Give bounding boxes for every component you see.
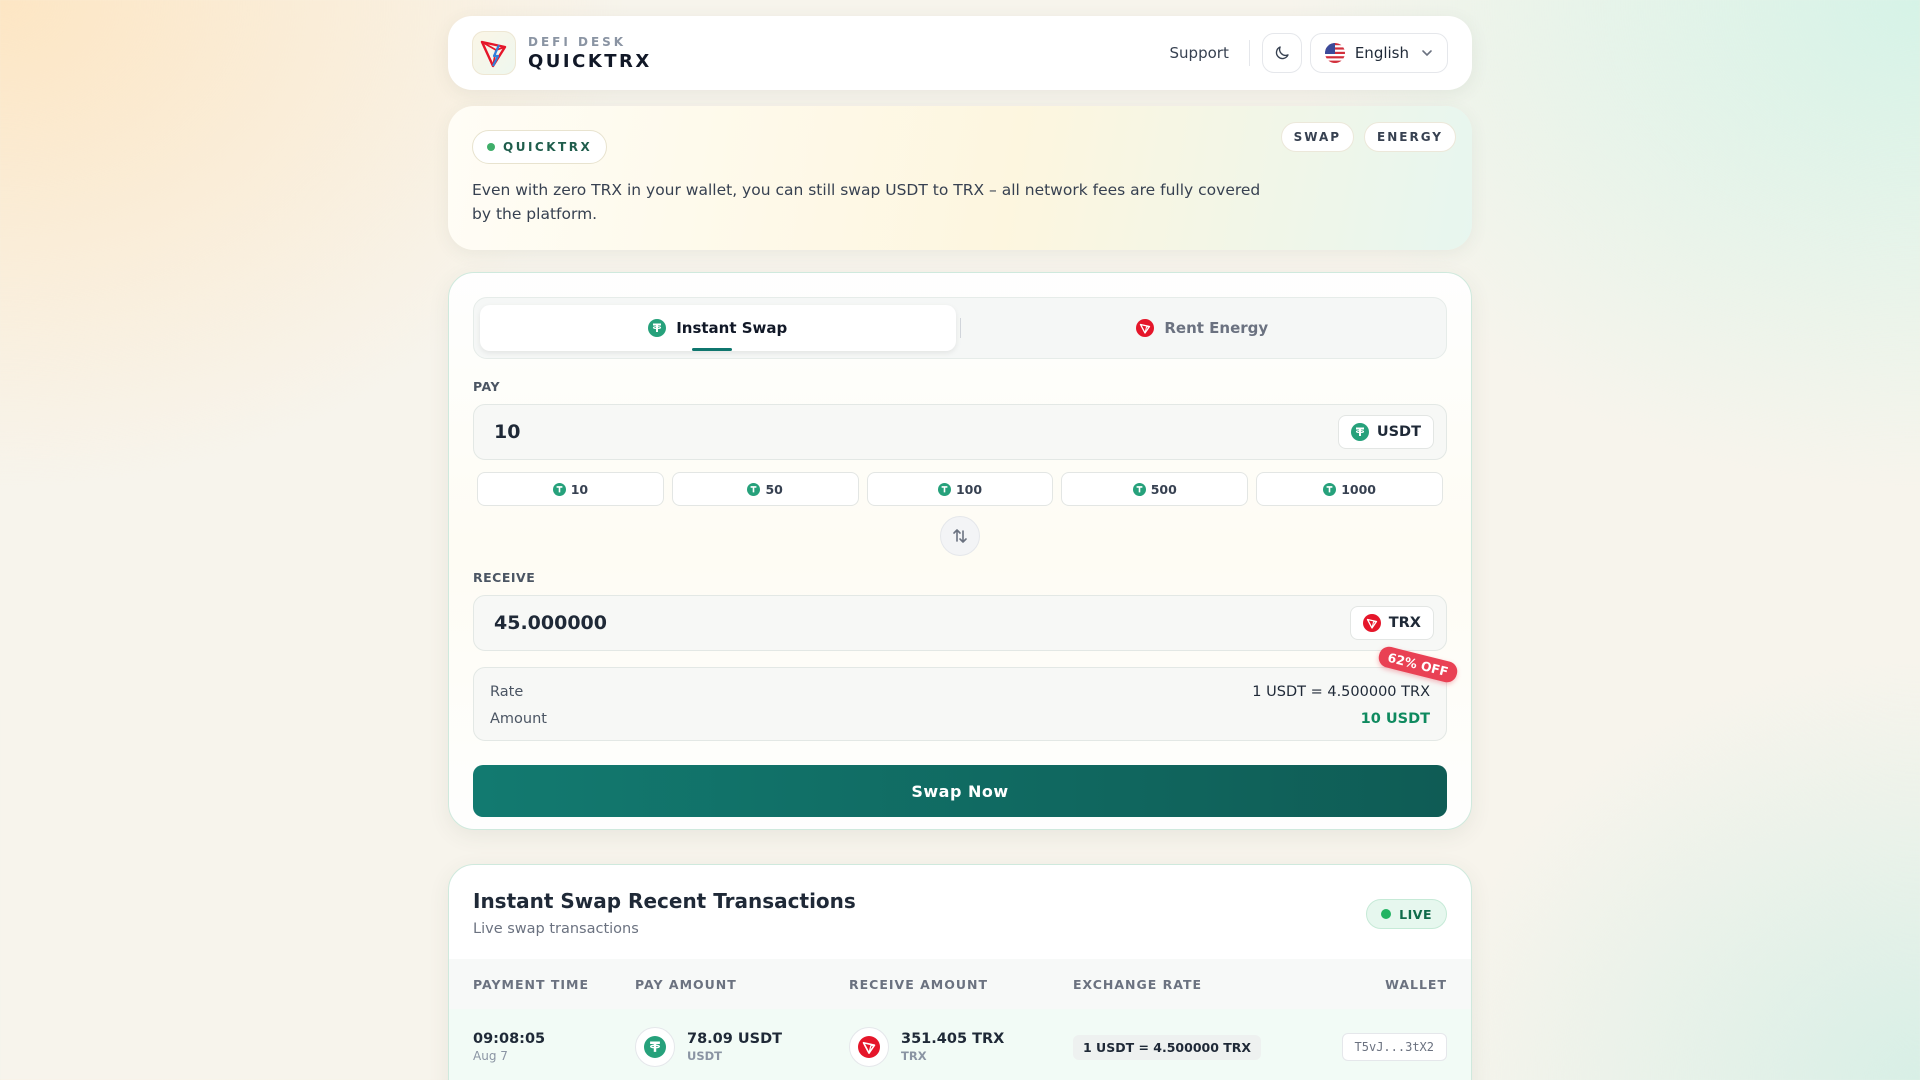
tether-icon [552, 482, 566, 496]
pay-field: 10 USDT [473, 404, 1447, 460]
banner-description: Even with zero TRX in your wallet, you c… [472, 181, 1261, 223]
column-wallet: WALLET [1385, 976, 1447, 992]
logo[interactable] [472, 31, 516, 75]
tx-receive-unit: TRX [901, 1049, 927, 1063]
column-payment-time: PAYMENT TIME [473, 976, 590, 992]
transactions-subtitle: Live swap transactions [473, 921, 639, 937]
brand-pill: QUICKTRX [472, 130, 608, 164]
moon-icon [1275, 46, 1289, 60]
tx-receive-amount: 351.405 TRX [901, 1031, 1005, 1047]
swap-card: Instant Swap Rent Energy PAY 10 USDT 10 … [448, 272, 1472, 830]
tx-time: 09:08:05 [473, 1031, 546, 1047]
receive-token-label: TRX [1388, 615, 1421, 631]
mode-tabs: Instant Swap Rent Energy [473, 297, 1447, 359]
amount-value: 10 USDT [1360, 710, 1430, 727]
amount-presets: 10 50 100 500 1000 [473, 472, 1447, 506]
live-dot-icon [1381, 909, 1392, 919]
table-header: PAYMENT TIME PAY AMOUNT RECEIVE AMOUNT E… [449, 959, 1471, 1009]
tether-icon [635, 1027, 675, 1067]
receive-token-selector[interactable]: TRX [1349, 606, 1434, 640]
tron-icon [849, 1027, 889, 1067]
rate-label: Rate [490, 683, 524, 700]
brand-subtitle: DEFI DESK [528, 34, 627, 49]
tab-rent-energy[interactable]: Rent Energy [965, 305, 1441, 351]
tether-icon [1323, 482, 1337, 496]
tag-energy: ENERGY [1364, 122, 1456, 152]
status-dot-icon [487, 143, 495, 151]
preset-10[interactable]: 10 [477, 472, 664, 506]
tx-pay-unit: USDT [687, 1049, 723, 1063]
pay-token-selector[interactable]: USDT [1337, 415, 1434, 449]
tx-exchange-rate: 1 USDT = 4.500000 TRX [1073, 1034, 1262, 1060]
swap-direction-button[interactable] [940, 516, 980, 556]
tx-date: Aug 7 [473, 1049, 508, 1063]
preset-label: 50 [765, 481, 783, 497]
active-tab-indicator [692, 348, 732, 351]
receive-amount-value: 45.000000 [494, 612, 607, 634]
brand-pill-label: QUICKTRX [503, 140, 593, 154]
tab-instant-swap-label: Instant Swap [676, 319, 788, 337]
column-receive-amount: RECEIVE AMOUNT [849, 976, 988, 992]
preset-label: 500 [1150, 481, 1177, 497]
pay-token-label: USDT [1376, 424, 1421, 440]
tx-pay-amount: 78.09 USDT [687, 1031, 783, 1047]
tag-swap: SWAP [1280, 122, 1355, 152]
tab-divider [959, 318, 961, 338]
preset-50[interactable]: 50 [671, 472, 859, 506]
amount-label: Amount [490, 710, 547, 727]
transactions-title: Instant Swap Recent Transactions [473, 889, 856, 913]
top-header: DEFI DESK QUICKTRX Support English [448, 16, 1472, 90]
support-link[interactable]: Support [1170, 44, 1229, 62]
pay-label: PAY [473, 379, 501, 394]
tether-icon [1350, 423, 1369, 441]
tether-icon [648, 319, 667, 337]
us-flag-icon [1324, 43, 1345, 63]
recent-transactions-card: Instant Swap Recent Transactions Live sw… [448, 864, 1472, 1080]
preset-label: 100 [955, 481, 983, 497]
rate-value: 1 USDT = 4.500000 TRX [1252, 683, 1430, 700]
language-label: English [1354, 44, 1409, 62]
rate-summary: 62% OFF Rate 1 USDT = 4.500000 TRX Amoun… [473, 644, 1460, 741]
tron-icon [1136, 319, 1155, 337]
table-row[interactable]: 09:08:05 Aug 7 78.09 USDT USDT 351.405 T… [449, 1009, 1471, 1080]
preset-500[interactable]: 500 [1061, 472, 1249, 506]
tron-icon [1362, 614, 1381, 632]
receive-label: RECEIVE [473, 570, 536, 585]
header-divider [1248, 40, 1250, 66]
tether-icon [937, 482, 951, 496]
pay-amount-input[interactable]: 10 [494, 421, 1338, 443]
swap-now-button[interactable]: Swap Now [473, 765, 1447, 817]
column-pay-amount: PAY AMOUNT [635, 976, 737, 992]
tab-rent-energy-label: Rent Energy [1164, 319, 1269, 337]
tab-instant-swap[interactable]: Instant Swap [480, 305, 956, 351]
preset-label: 1000 [1341, 481, 1376, 497]
tether-icon [747, 482, 761, 496]
tx-wallet-address[interactable]: T5vJ...3tX2 [1341, 1033, 1447, 1061]
chevron-down-icon [1422, 50, 1432, 57]
brand[interactable]: DEFI DESK QUICKTRX [528, 35, 652, 72]
receive-field: 45.000000 TRX [473, 595, 1447, 651]
swap-arrows-icon [953, 529, 967, 543]
brand-name: QUICKTRX [528, 50, 652, 72]
preset-100[interactable]: 100 [866, 472, 1054, 506]
tron-logo-icon [480, 40, 507, 68]
preset-label: 10 [570, 481, 589, 497]
language-selector[interactable]: English [1309, 33, 1448, 73]
live-badge: LIVE [1366, 899, 1447, 929]
theme-toggle-button[interactable] [1261, 33, 1302, 73]
preset-1000[interactable]: 1000 [1256, 472, 1443, 506]
live-label: LIVE [1399, 906, 1432, 922]
column-exchange-rate: EXCHANGE RATE [1073, 976, 1203, 992]
info-banner: QUICKTRX Even with zero TRX in your wall… [448, 106, 1472, 250]
tether-icon [1132, 482, 1146, 496]
